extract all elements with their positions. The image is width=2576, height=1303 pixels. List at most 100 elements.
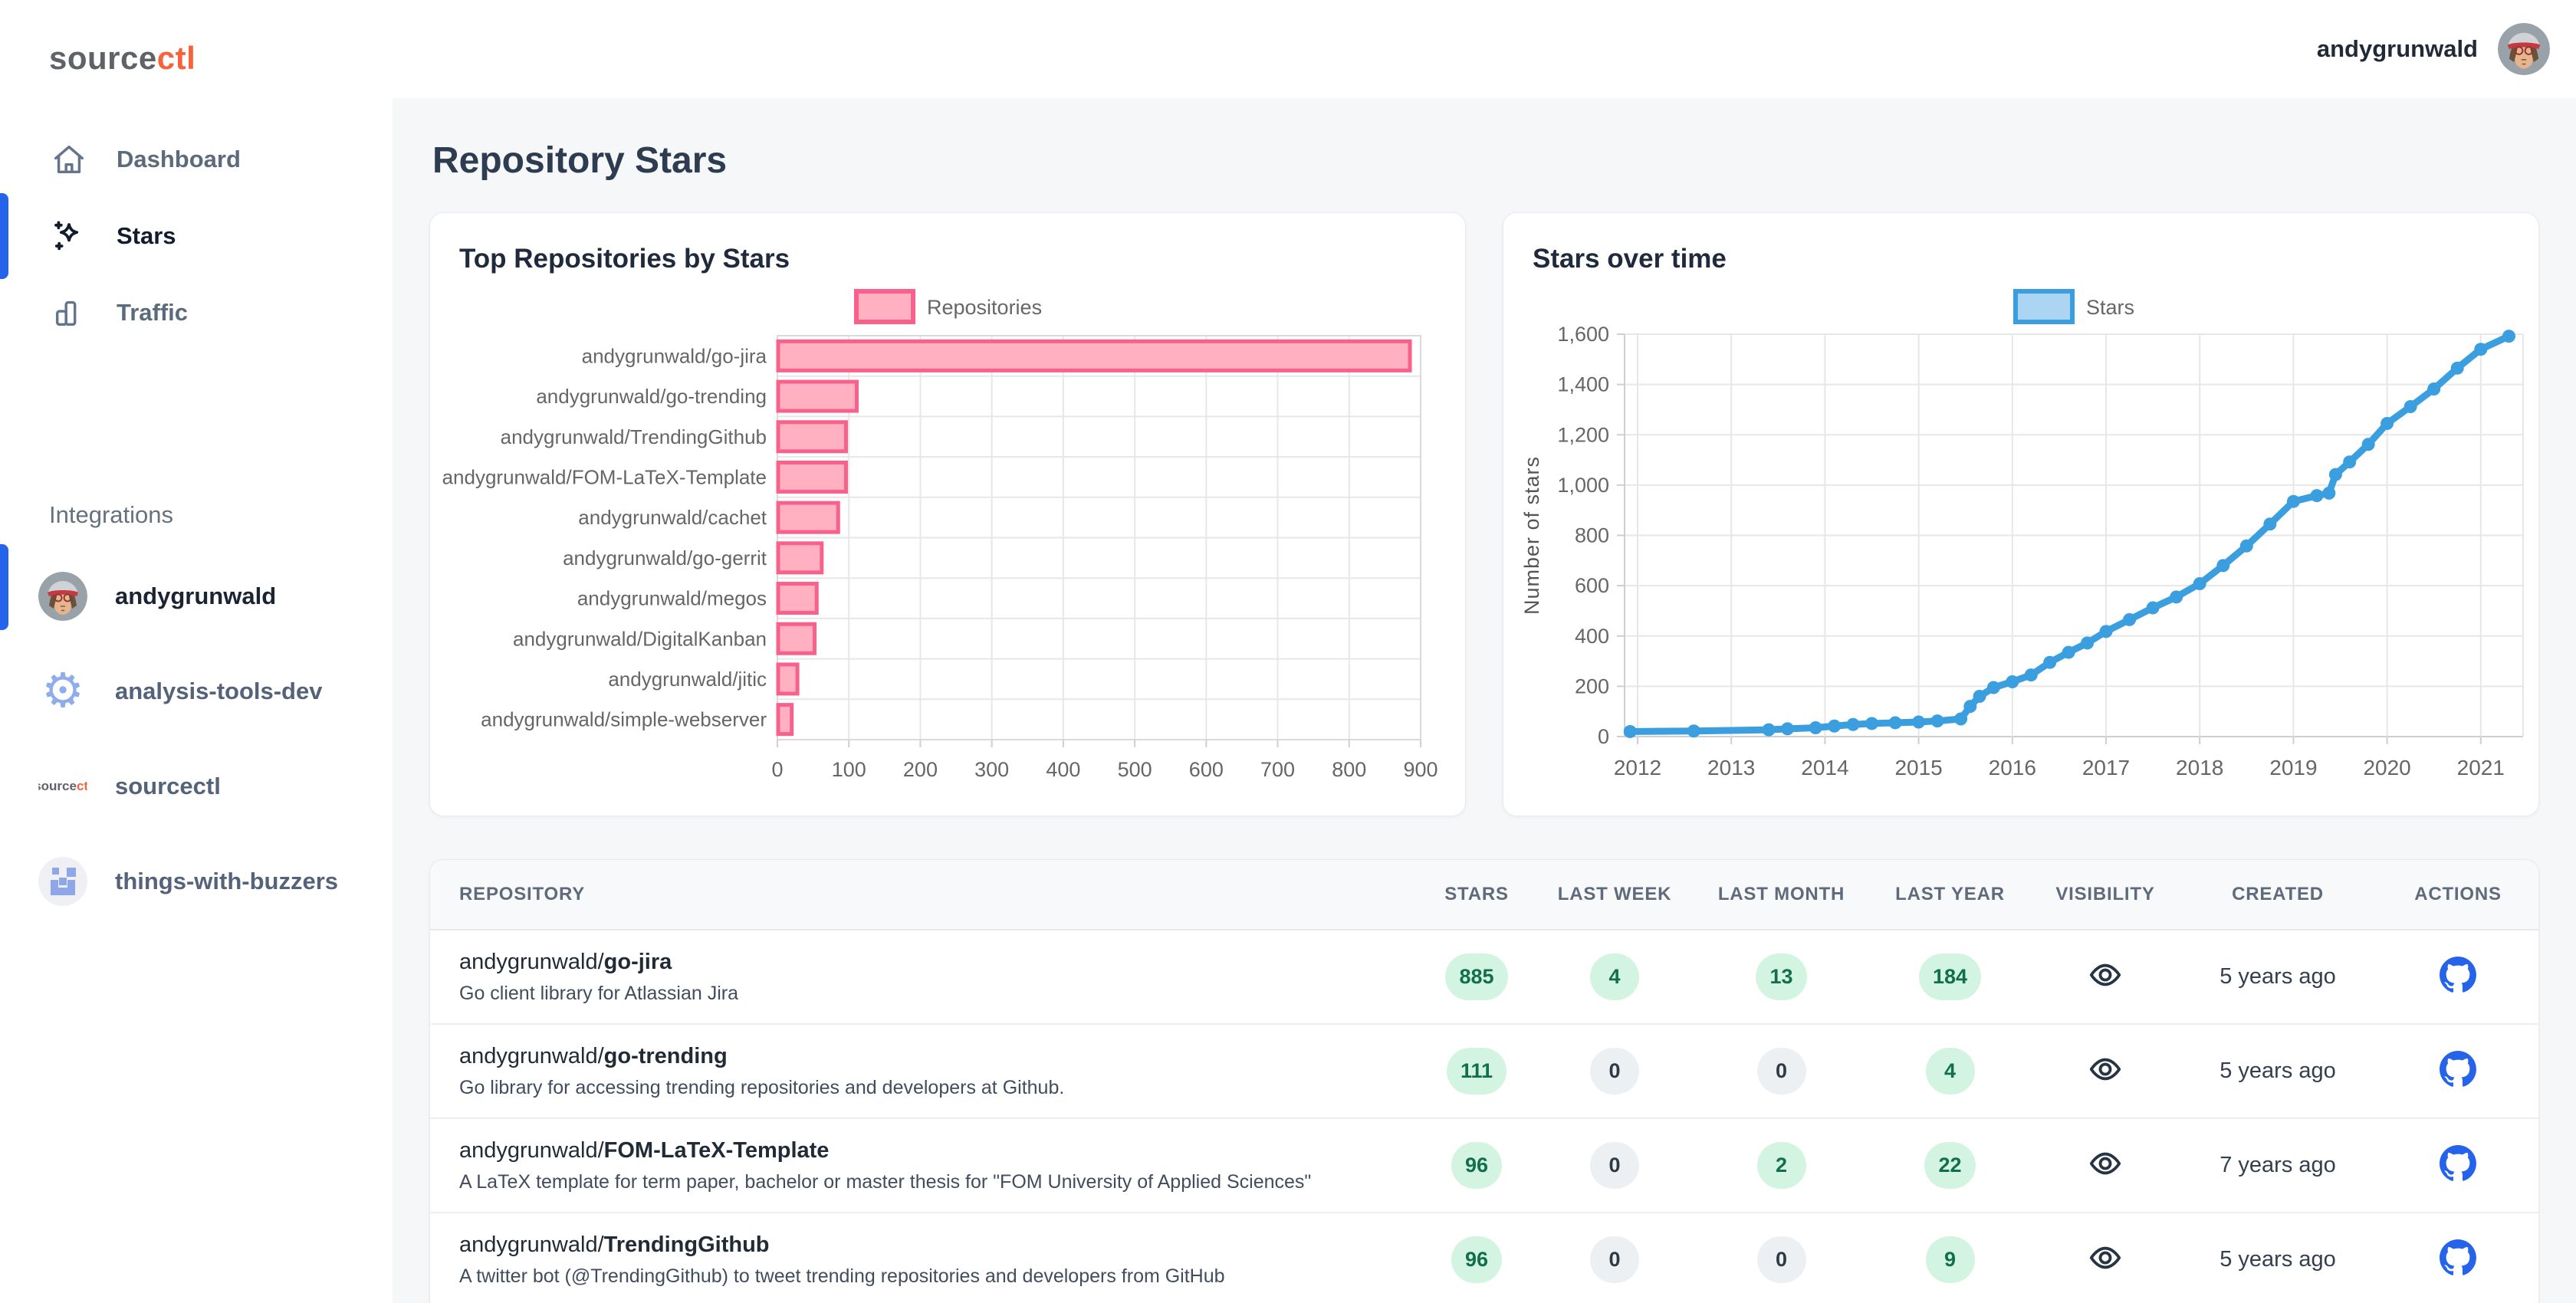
last-month-badge: 0 [1757,1048,1806,1095]
stars-data-point [2216,559,2229,572]
repo-name[interactable]: andygrunwald/go-jira [459,950,1419,975]
line-x-tick: 2014 [1801,756,1848,780]
repo-name[interactable]: andygrunwald/TrendingGithub [459,1232,1419,1258]
stars-data-point [1963,700,1976,713]
last-year-badge: 22 [1924,1142,1975,1189]
stars-data-point [2193,577,2206,590]
visibility-cell [2032,1052,2178,1091]
github-link-icon[interactable] [2439,1173,2477,1186]
integration-sourcectl[interactable]: sourcectl sourcectl [0,739,393,834]
stars-data-point [2263,517,2276,530]
line-x-tick: 2018 [2176,756,2223,780]
last-year-cell: 9 [1868,1236,2032,1283]
stars-data-point [2043,656,2056,669]
sidebar-item-stars[interactable]: Stars [0,198,393,274]
sidebar-item-dashboard[interactable]: Dashboard [0,121,393,198]
line-y-tick: 1,000 [1557,474,1609,497]
top-repositories-bar-chart: Repositories0100200300400500600700800900… [430,274,1467,803]
github-link-icon[interactable] [2439,984,2477,997]
stars-data-point [1763,724,1776,737]
bar-x-tick: 800 [1332,758,1366,781]
bar-chart-card: Top Repositories by Stars Repositories01… [429,212,1466,816]
sourcectl-logo[interactable]: sourcectl [0,0,393,77]
stars-badge: 96 [1451,1236,1502,1283]
y-axis-title: Number of stars [1520,456,1543,615]
repo-cell: andygrunwald/TrendingGithub A twitter bo… [430,1232,1419,1288]
stars-data-point [1973,690,1986,703]
app-root: sourcectl Dashboard Star [0,0,2576,1303]
integration-label: andygrunwald [115,583,276,610]
last-year-badge: 4 [1926,1048,1975,1095]
bar-category-label: andygrunwald/megos [577,587,767,610]
stars-cell: 111 [1419,1048,1534,1095]
created-cell: 5 years ago [2178,1247,2377,1272]
stars-data-point [2025,668,2038,681]
stars-cell: 96 [1419,1142,1534,1189]
bar-category-label: andygrunwald/TrendingGithub [501,425,767,448]
github-link-icon[interactable] [2439,1267,2477,1280]
sidebar-item-traffic[interactable]: Traffic [0,274,393,351]
stars-data-point [2006,675,2019,688]
integration-label: analysis-tools-dev [115,678,322,705]
stars-data-point [2170,590,2183,603]
header-username[interactable]: andygrunwald [2317,35,2478,63]
stars-data-point [2343,455,2356,468]
header-avatar[interactable] [2498,23,2550,75]
stars-data-point [2474,343,2487,356]
logo-text-ctl: ctl [157,40,196,76]
stars-data-point [1954,713,1967,726]
bar-x-tick: 200 [903,758,938,781]
stars-badge: 885 [1445,953,1507,1000]
stars-data-point [2362,438,2375,451]
last-year-cell: 184 [1868,953,2032,1000]
last-year-cell: 22 [1868,1142,2032,1189]
bar-go-gerrit [778,543,822,573]
stars-data-point [2427,382,2440,395]
last-week-badge: 0 [1590,1142,1639,1189]
stars-data-point [2310,489,2323,502]
line-chart-title: Stars over time [1503,213,2538,274]
bar-go-trending [778,382,856,411]
bar-category-label: andygrunwald/go-jira [582,344,767,367]
last-week-badge: 0 [1590,1048,1639,1095]
line-chart-legend[interactable]: Stars [2016,291,2134,322]
line-x-tick: 2015 [1894,756,1942,780]
stars-cell: 96 [1419,1236,1534,1283]
sidebar-item-label: Stars [117,222,176,250]
last-year-badge: 9 [1926,1236,1975,1283]
integration-label: things-with-buzzers [115,868,338,895]
integration-andygrunwald[interactable]: andygrunwald [0,549,393,644]
bar-category-label: andygrunwald/simple-webserver [481,708,767,731]
bar-jitic [778,665,797,694]
stars-over-time-line-chart: Stars02004006008001,0001,2001,4001,60020… [1503,274,2540,803]
visibility-eye-icon [2088,983,2123,996]
integration-things-with-buzzers[interactable]: things-with-buzzers [0,834,393,929]
last-month-badge: 2 [1757,1142,1806,1189]
table-body: andygrunwald/go-jira Go client library f… [430,930,2538,1303]
repo-cell: andygrunwald/FOM-LaTeX-Template A LaTeX … [430,1138,1419,1193]
col-last-week: LAST WEEK [1534,884,1695,905]
integration-label: sourcectl [115,773,221,800]
stars-data-point [2502,330,2515,343]
integration-analysis-tools-dev[interactable]: ⚙ analysis-tools-dev [0,644,393,739]
stars-badge: 111 [1447,1048,1506,1095]
svg-text:Repositories: Repositories [927,296,1042,319]
bar-chart-legend[interactable]: Repositories [856,291,1042,322]
line-y-tick: 200 [1575,674,1609,697]
stars-data-point [2100,625,2113,638]
github-link-icon[interactable] [2439,1078,2477,1091]
stars-data-point [1889,716,1902,729]
svg-text:Stars: Stars [2086,296,2134,319]
repo-name[interactable]: andygrunwald/go-trending [459,1044,1419,1069]
created-cell: 7 years ago [2178,1153,2377,1178]
bar-TrendingGithub [778,422,846,451]
bar-DigitalKanban [778,624,814,653]
sidebar: sourcectl Dashboard Star [0,0,393,1303]
stars-data-point [2451,362,2464,375]
actions-cell [2377,1050,2538,1092]
bar-x-tick: 900 [1403,758,1438,781]
repo-name[interactable]: andygrunwald/FOM-LaTeX-Template [459,1138,1419,1164]
stars-data-point [1912,715,1925,728]
stars-badge: 96 [1451,1142,1502,1189]
last-week-cell: 0 [1534,1236,1695,1283]
